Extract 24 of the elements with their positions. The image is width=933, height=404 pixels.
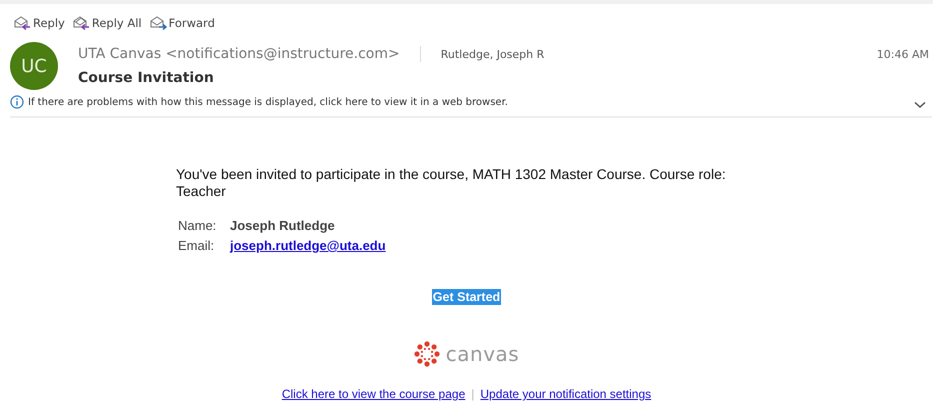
notification-settings-link[interactable]: Update your notification settings — [480, 387, 652, 401]
field-label: Email: — [178, 238, 216, 253]
sender-avatar: UC — [10, 42, 58, 90]
message-subject: Course Invitation — [78, 70, 215, 86]
forward-button[interactable]: Forward — [150, 12, 215, 34]
canvas-logo-icon — [414, 341, 440, 367]
invitation-text: You've been invited to participate in the course, MATH 1302 Master Course. Course role: Teacher — [176, 166, 727, 200]
link-separator: | — [471, 387, 474, 401]
email-link[interactable]: joseph.rutledge@uta.edu — [230, 238, 386, 253]
field-label: Name: — [178, 218, 218, 233]
field-value: Joseph Rutledge — [230, 218, 335, 233]
sender-address: UTA Canvas <notifications@instructure.com> — [78, 46, 400, 62]
envelope-arrow-icon — [150, 16, 167, 30]
envelope-arrow-icon — [72, 16, 90, 30]
reply-button[interactable]: Reply — [14, 12, 65, 34]
recipient-name: Rutledge, Joseph R — [440, 48, 544, 60]
info-icon — [10, 95, 24, 109]
envelope-arrow-icon — [14, 16, 31, 30]
reply-all-button[interactable]: Reply All — [72, 12, 142, 34]
message-time: 10:46 AM — [876, 48, 929, 60]
chevron-down-icon[interactable] — [914, 101, 926, 109]
info-bar-message[interactable]: If there are problems with how this message is displayed, click here to view it in a web browser. — [28, 96, 508, 108]
canvas-wordmark: canvas — [446, 342, 520, 366]
course-page-link[interactable]: Click here to view the course page — [282, 387, 466, 401]
